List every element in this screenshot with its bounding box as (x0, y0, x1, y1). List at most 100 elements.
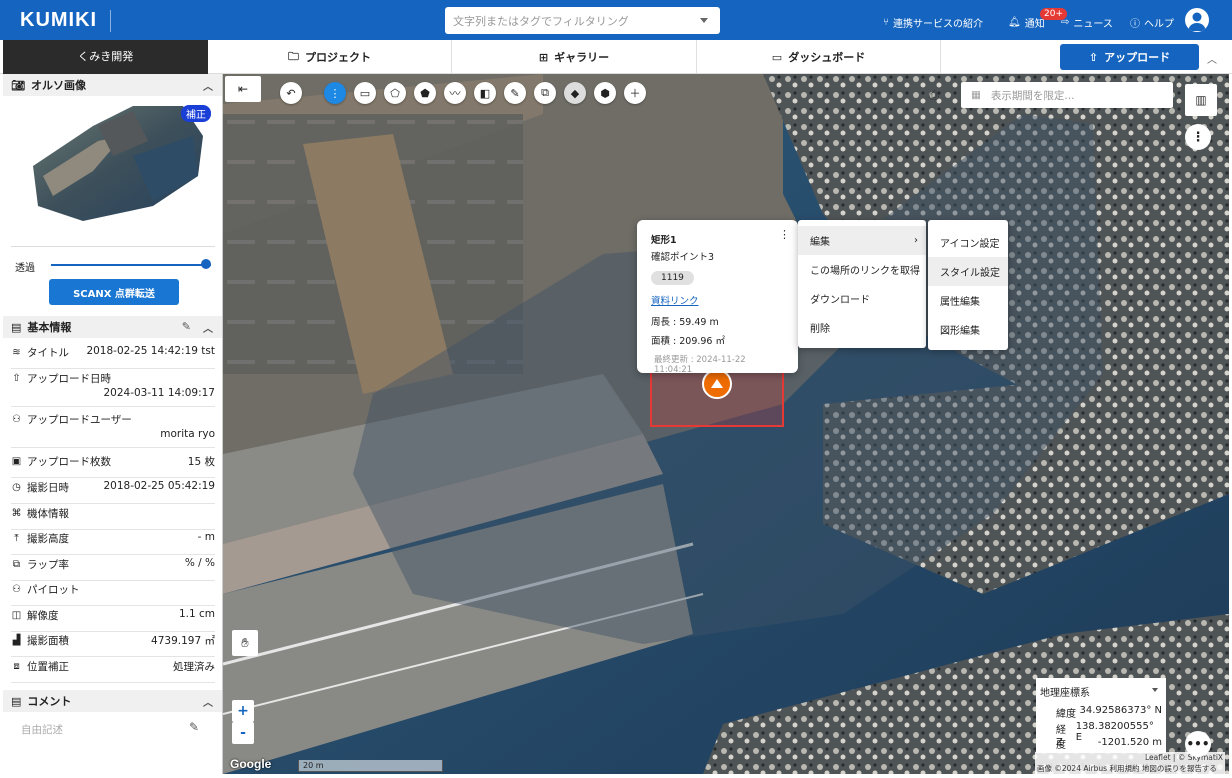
tab-project[interactable]: 🗀 プロジェクト (208, 40, 452, 74)
pan-hand-icon[interactable]: ✋︎ (232, 630, 258, 656)
popup-updated: 最終更新 : 2024-11-22 11:04:21 (654, 355, 746, 375)
info-row-pilot: ⚇ パイロット (11, 582, 215, 606)
coord-lat-row: 緯度 34.92586373° N (1056, 705, 1162, 720)
chevron-down-icon[interactable] (1152, 688, 1158, 692)
more-vertical-icon[interactable]: ⋮ (324, 82, 346, 104)
pentagon-icon[interactable]: ⬟ (414, 82, 436, 104)
submenu-item-shape-edit[interactable]: 図形編集 (928, 315, 1008, 344)
more-vertical-icon[interactable]: ⋮ (779, 228, 790, 241)
partner-services-link[interactable]: ⑂ 連携サービスの紹介 (883, 15, 983, 30)
map-more-button[interactable]: ⋮ (1185, 124, 1211, 150)
date-range-input[interactable]: ▦ 表示期間を限定... (961, 82, 1173, 108)
menu-item-get-link[interactable]: この場所のリンクを取得 (798, 255, 926, 284)
coordinate-panel: 地理座標系 緯度 34.92586373° N 経度 138.38200555°… (1036, 678, 1166, 753)
scanx-transfer-button[interactable]: SCANX 点群転送 (49, 279, 179, 305)
info-value: 処理済み (173, 661, 215, 673)
menu-item-download[interactable]: ダウンロード (798, 284, 926, 313)
zoom-out-button[interactable]: - (232, 722, 254, 744)
basic-info-section-header[interactable]: ▤ 基本情報 ✎ ︿ (3, 316, 222, 338)
map-layer-button[interactable]: ▥ (1185, 84, 1217, 116)
tab-gallery-label: ギャラリー (554, 51, 610, 64)
feature-popup: 矩形1 確認ポイント3 1119 資料リンク 周長 : 59.49 m 面積 :… (637, 220, 798, 375)
layer-icon[interactable]: ◧ (474, 82, 496, 104)
info-row-shot-date: ◷ 撮影日時 2018-02-25 05:42:19 (11, 480, 215, 504)
info-row-position: ⧈ 位置補正 処理済み (11, 659, 215, 683)
chevron-up-icon[interactable]: ︿ (203, 78, 213, 93)
line-chart-icon[interactable]: 〰 (444, 82, 466, 104)
comment-input[interactable]: 自由記述 (21, 722, 63, 737)
info-row-upload-date: ⇧ アップロード日時 2024-03-11 14:09:17 (11, 371, 215, 407)
news-link[interactable]: ⇨ ニュース (1061, 15, 1113, 30)
info-label: 撮影日時 (27, 482, 69, 494)
pencil-icon[interactable]: ✎ (182, 320, 191, 333)
scale-bar: 20 m (298, 760, 443, 772)
info-label: タイトル (27, 347, 69, 359)
undo-icon[interactable]: ↶ (280, 82, 302, 104)
chevron-down-icon[interactable] (700, 18, 708, 23)
polygon-icon[interactable]: ⬠ (384, 82, 406, 104)
popup-document-link[interactable]: 資料リンク (651, 293, 784, 307)
print-icon[interactable]: ⎙ (923, 84, 945, 106)
copy-icon[interactable]: ⧉ (534, 82, 556, 104)
calendar-icon: ▦ (971, 89, 981, 101)
cube-icon[interactable]: ⬢ (594, 82, 616, 104)
more-horizontal-icon[interactable]: ••• (1185, 731, 1211, 757)
comment-section-header[interactable]: ▤ コメント ︿ (3, 690, 222, 712)
submenu-item-attribute-edit[interactable]: 属性編集 (928, 286, 1008, 315)
attribution-bottom[interactable]: 画像 ©2024 Airbus 利用規約 地図の誤りを報告する (1037, 764, 1217, 773)
chevron-up-icon[interactable]: ︿ (203, 320, 213, 335)
map-imagery (223, 74, 1229, 774)
correction-badge: 補正 (181, 105, 211, 122)
filter-search-input[interactable]: 文字列またはタグでフィルタリング (445, 7, 720, 34)
info-row-aircraft: ⌘ 機体情報 (11, 506, 215, 530)
info-value: morita ryo (160, 428, 215, 440)
google-logo: Google (230, 757, 272, 771)
avatar[interactable] (1185, 8, 1209, 32)
app-logo[interactable]: KUMIKI (20, 9, 97, 32)
user-icon: ⚇ (12, 414, 21, 425)
eraser-icon[interactable]: ◆ (564, 82, 586, 104)
info-value: 4739.197 ㎡ (151, 635, 215, 647)
zoom-in-button[interactable]: + (232, 700, 254, 722)
info-label: ラップ率 (27, 559, 69, 571)
help-link[interactable]: ⓘ ヘルプ (1130, 15, 1174, 30)
megaphone-icon: ⇨ (1061, 17, 1070, 28)
menu-item-label: 図形編集 (940, 326, 980, 337)
map-view[interactable]: ⇤ ↶ ⋮ ▭ ⬠ ⬟ 〰 ◧ ✎ ⧉ ◆ ⬢ ＋ ⎙ ▦ 表示期間を限定...… (223, 74, 1229, 774)
notification-link[interactable]: 🔔︎ 通知 (1008, 15, 1045, 30)
chevron-up-icon[interactable]: ︿ (203, 694, 213, 709)
org-selector[interactable]: くみき開発 (3, 40, 208, 74)
submenu-item-style-settings[interactable]: スタイル設定 (928, 257, 1008, 286)
add-icon[interactable]: ＋ (624, 82, 646, 104)
chevron-up-icon[interactable]: ︿ (1205, 51, 1219, 66)
menu-item-edit[interactable]: 編集 › (798, 226, 926, 255)
ruler-icon[interactable]: ▭ (354, 82, 376, 104)
pencil-icon[interactable]: ✎ (189, 720, 199, 734)
more-vertical-icon: ⋮ (1191, 129, 1205, 145)
comment-icon: ▤ (11, 694, 22, 708)
arrow-left-bar-icon: ⇤ (237, 82, 249, 96)
transparency-label: 透過 (15, 263, 35, 274)
collapse-panel-button[interactable]: ⇤ (225, 76, 261, 102)
tab-gallery[interactable]: ⊞ ギャラリー (452, 40, 697, 74)
transparency-slider[interactable] (51, 264, 211, 266)
info-value: 2018-02-25 14:42:19 tst (86, 345, 215, 357)
coordinate-system-select[interactable]: 地理座標系 (1040, 684, 1090, 699)
attribution-top[interactable]: Leaflet | © SkymatiX (1145, 753, 1223, 762)
popup-tag-chip[interactable]: 1119 (651, 271, 694, 285)
filter-search-placeholder: 文字列またはタグでフィルタリング (453, 15, 629, 28)
help-icon: ⓘ (1130, 19, 1140, 30)
transparency-slider-handle[interactable] (201, 259, 211, 269)
submenu-item-icon-settings[interactable]: アイコン設定 (928, 228, 1008, 257)
edit-icon[interactable]: ✎ (504, 82, 526, 104)
menu-item-delete[interactable]: 削除 (798, 313, 926, 342)
layers-icon: ≋ (12, 347, 21, 358)
menu-item-label: アイコン設定 (940, 239, 1000, 250)
tab-project-label: プロジェクト (305, 51, 371, 64)
tab-dashboard[interactable]: ▭ ダッシュボード (697, 40, 941, 74)
ortho-title: オルソ画像 (30, 79, 86, 92)
bell-icon: 🔔︎ (1008, 17, 1021, 28)
chevron-right-icon: › (914, 235, 918, 246)
ortho-section-header[interactable]: 📷︎ オルソ画像 ︿ (3, 74, 222, 96)
upload-button[interactable]: ⇧ アップロード (1060, 44, 1199, 70)
